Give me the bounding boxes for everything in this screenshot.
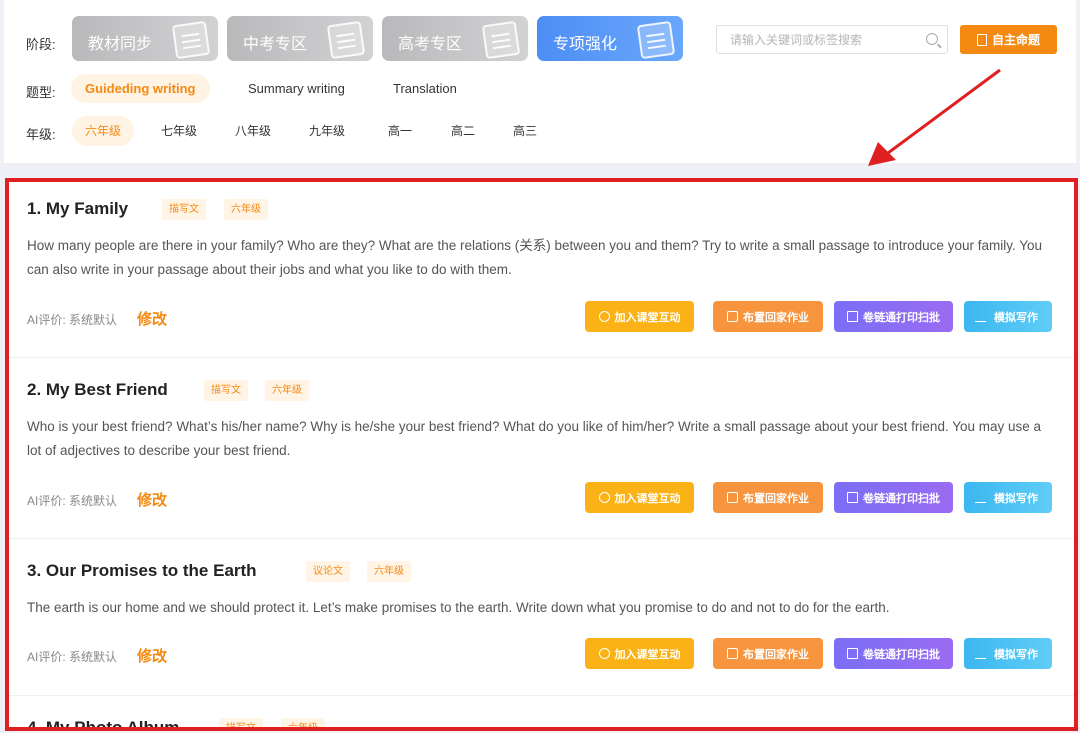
task-tag: 六年级 <box>265 380 309 401</box>
task-card: 4. My Photo Album 描写文 六年级 <box>9 701 1074 727</box>
stage-label: 阶段: <box>26 37 56 52</box>
task-title[interactable]: 3. Our Promises to the Earth <box>27 561 257 581</box>
task-card: 3. Our Promises to the Earth 议论文 六年级 The… <box>9 544 1074 696</box>
grade-senior-1[interactable]: 高一 <box>375 116 425 146</box>
task-description: The earth is our home and we should prot… <box>27 600 890 615</box>
document-icon <box>976 33 987 46</box>
search-box <box>716 25 948 54</box>
stage-gaokao[interactable]: 高考专区 <box>382 16 528 61</box>
button-label: 加入课堂互动 <box>614 311 681 324</box>
button-label: 模拟写作 <box>994 311 1038 324</box>
search-icon[interactable] <box>926 33 938 45</box>
grade-8[interactable]: 八年级 <box>222 116 284 146</box>
task-tag: 描写文 <box>219 718 263 727</box>
grade-senior-3[interactable]: 高三 <box>500 116 550 146</box>
assign-homework-button[interactable]: 布置回家作业 <box>713 638 823 669</box>
ai-eval-label: AI评价: 系统默认 <box>27 650 118 664</box>
task-title[interactable]: 2. My Best Friend <box>27 380 168 400</box>
task-list-highlight: 1. My Family 描写文 六年级 How many people are… <box>5 178 1078 731</box>
stage-special-training[interactable]: 专项强化 <box>537 16 683 61</box>
search-input[interactable] <box>717 26 913 53</box>
scan-icon <box>847 492 858 503</box>
ai-eval-label: AI评价: 系统默认 <box>27 494 118 508</box>
grade-6[interactable]: 六年级 <box>72 116 135 146</box>
task-tag: 六年级 <box>367 561 411 582</box>
button-label: 布置回家作业 <box>743 492 809 505</box>
mock-writing-button[interactable]: 模拟写作 <box>964 638 1052 669</box>
button-label: 卷链通打印扫批 <box>863 648 940 661</box>
print-scan-button[interactable]: 卷链通打印扫批 <box>834 301 953 332</box>
task-card: 2. My Best Friend 描写文 六年级 Who is your be… <box>9 363 1074 539</box>
plus-circle-icon <box>598 648 610 659</box>
stage-zhongkao[interactable]: 中考专区 <box>227 16 373 61</box>
edit-doc-icon <box>727 648 738 659</box>
task-tag: 议论文 <box>306 561 350 582</box>
edit-link[interactable]: 修改 <box>137 645 167 666</box>
edit-link[interactable]: 修改 <box>137 308 167 329</box>
type-summary-writing[interactable]: Summary writing <box>234 74 359 103</box>
button-label: 模拟写作 <box>994 648 1038 661</box>
pen-icon <box>974 648 993 659</box>
stage-label-text: 专项强化 <box>553 36 618 53</box>
button-label: 布置回家作业 <box>743 311 809 324</box>
task-description: How many people are there in your family… <box>27 238 1042 277</box>
custom-question-label: 自主命题 <box>991 33 1040 47</box>
type-guided-writing[interactable]: Guideding writing <box>71 74 210 103</box>
mock-writing-button[interactable]: 模拟写作 <box>964 482 1052 513</box>
annotation-arrow <box>868 68 1001 166</box>
grade-7[interactable]: 七年级 <box>148 116 210 146</box>
grade-9[interactable]: 九年级 <box>296 116 358 146</box>
add-class-interaction-button[interactable]: 加入课堂互动 <box>585 301 694 332</box>
type-label: 题型: <box>26 85 56 100</box>
task-title[interactable]: 4. My Photo Album <box>27 718 179 727</box>
button-label: 布置回家作业 <box>743 648 809 661</box>
button-label: 加入课堂互动 <box>614 492 681 505</box>
document-icon <box>481 20 521 60</box>
pen-icon <box>974 311 993 322</box>
scan-icon <box>847 648 858 659</box>
type-translation[interactable]: Translation <box>379 74 471 103</box>
stage-label-text: 中考专区 <box>243 36 308 53</box>
add-class-interaction-button[interactable]: 加入课堂互动 <box>585 482 694 513</box>
task-card: 1. My Family 描写文 六年级 How many people are… <box>9 182 1074 358</box>
stage-label-text: 教材同步 <box>88 36 153 53</box>
task-description: Who is your best friend? What’s his/her … <box>27 419 1042 458</box>
assign-homework-button[interactable]: 布置回家作业 <box>713 482 823 513</box>
plus-circle-icon <box>598 311 610 322</box>
button-label: 卷链通打印扫批 <box>863 311 940 324</box>
task-tag: 描写文 <box>204 380 248 401</box>
stage-label-text: 高考专区 <box>398 36 463 53</box>
mock-writing-button[interactable]: 模拟写作 <box>964 301 1052 332</box>
print-scan-button[interactable]: 卷链通打印扫批 <box>834 482 953 513</box>
document-icon <box>326 20 366 60</box>
ai-eval-label: AI评价: 系统默认 <box>27 313 118 327</box>
button-label: 卷链通打印扫批 <box>863 492 940 505</box>
plus-circle-icon <box>598 492 610 503</box>
button-label: 模拟写作 <box>994 492 1038 505</box>
book-icon <box>171 20 211 60</box>
chart-icon <box>636 20 676 60</box>
button-label: 加入课堂互动 <box>614 648 681 661</box>
task-tag: 六年级 <box>281 718 325 727</box>
print-scan-button[interactable]: 卷链通打印扫批 <box>834 638 953 669</box>
stage-textbook-sync[interactable]: 教材同步 <box>72 16 218 61</box>
custom-question-button[interactable]: 自主命题 <box>960 25 1057 54</box>
task-tag: 描写文 <box>162 199 206 220</box>
assign-homework-button[interactable]: 布置回家作业 <box>713 301 823 332</box>
edit-link[interactable]: 修改 <box>137 489 167 510</box>
pen-icon <box>974 492 993 503</box>
grade-label: 年级: <box>26 127 56 142</box>
task-tag: 六年级 <box>224 199 268 220</box>
edit-doc-icon <box>727 492 738 503</box>
task-title[interactable]: 1. My Family <box>27 199 128 219</box>
scan-icon <box>847 311 858 322</box>
add-class-interaction-button[interactable]: 加入课堂互动 <box>585 638 694 669</box>
grade-senior-2[interactable]: 高二 <box>438 116 488 146</box>
edit-doc-icon <box>727 311 738 322</box>
